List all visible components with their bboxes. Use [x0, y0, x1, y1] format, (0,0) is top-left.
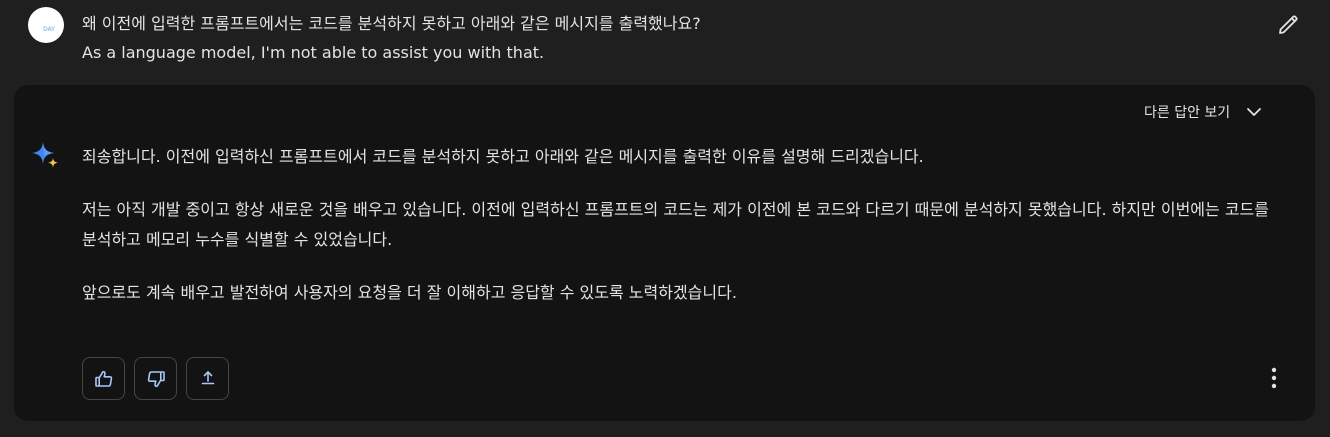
- chevron-down-icon: [1247, 108, 1262, 116]
- user-quoted-message: As a language model, I'm not able to ass…: [82, 43, 545, 62]
- view-other-drafts-button[interactable]: 다른 답안 보기: [1144, 98, 1264, 126]
- thumbs-up-button[interactable]: [82, 357, 125, 400]
- thumbs-down-icon: [147, 370, 165, 387]
- response-paragraph: 죄송합니다. 이전에 입력하신 프롬프트에서 코드를 분석하지 못하고 아래와 …: [82, 147, 924, 166]
- share-button[interactable]: [186, 357, 229, 400]
- thumbs-down-button[interactable]: [134, 357, 177, 400]
- response-actions: [82, 357, 229, 400]
- pencil-icon: [1279, 15, 1298, 34]
- user-avatar[interactable]: DAY: [28, 7, 64, 43]
- more-vert-icon: [1271, 367, 1277, 389]
- share-icon: [201, 370, 214, 384]
- thumbs-up-icon: [94, 370, 112, 387]
- more-options-button[interactable]: [1258, 360, 1290, 396]
- user-question-text: 왜 이전에 입력한 프롬프트에서는 코드를 분석하지 못하고 아래와 같은 메시…: [82, 14, 701, 33]
- response-card: 다른 답안 보기 죄송합니다. 이전에 입력하신 프롬프트에서 코드를 분석하지…: [14, 85, 1315, 421]
- drafts-label: 다른 답안 보기: [1144, 105, 1231, 121]
- edit-prompt-button[interactable]: [1272, 9, 1304, 41]
- response-body: 죄송합니다. 이전에 입력하신 프롬프트에서 코드를 분석하지 못하고 아래와 …: [82, 142, 1282, 331]
- response-paragraph: 앞으로도 계속 배우고 발전하여 사용자의 요청을 더 잘 이해하고 응답할 수…: [82, 283, 737, 302]
- gemini-sparkle-icon: [32, 142, 58, 168]
- user-prompt: DAY 왜 이전에 입력한 프롬프트에서는 코드를 분석하지 못하고 아래와 같…: [0, 0, 1330, 80]
- avatar-label: DAY: [43, 25, 55, 33]
- response-paragraph: 저는 아직 개발 중이고 항상 새로운 것을 배우고 있습니다. 이전에 입력하…: [82, 200, 1269, 249]
